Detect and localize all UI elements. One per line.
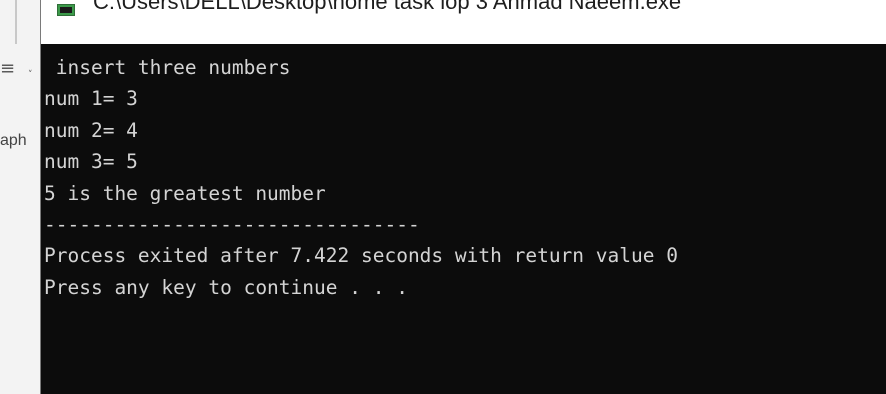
console-title-bar[interactable]: C:\Users\DELL\Desktop\home task lop 3 Ah… — [41, 0, 886, 44]
console-line-prompt: insert three numbers — [44, 56, 291, 79]
console-line-num2: num 2= 4 — [44, 118, 138, 142]
background-divider — [15, 0, 17, 44]
console-line-process-exit: Process exited after 7.422 seconds with … — [44, 244, 678, 268]
background-truncated-text: aph — [0, 132, 27, 149]
console-output[interactable]: insert three numbers num 1= 3 num 2= 4 n… — [44, 52, 882, 388]
console-separator: -------------------------------- — [44, 212, 420, 236]
hamburger-menu-icon[interactable]: ≡ — [0, 60, 15, 78]
window-title: C:\Users\DELL\Desktop\home task lop 3 Ah… — [93, 0, 682, 14]
console-line-num3: num 3= 5 — [44, 150, 138, 174]
console-line-press-key: Press any key to continue . . . — [44, 275, 408, 299]
console-line-result: 5 is the greatest number — [44, 181, 326, 205]
console-line-num1: num 1= 3 — [44, 87, 138, 111]
console-app-icon — [57, 4, 75, 16]
console-window[interactable]: C:\Users\DELL\Desktop\home task lop 3 Ah… — [40, 0, 886, 394]
background-editor-strip: ≡ ˅ aph — [0, 0, 40, 394]
chevron-down-icon[interactable]: ˅ — [28, 70, 38, 80]
